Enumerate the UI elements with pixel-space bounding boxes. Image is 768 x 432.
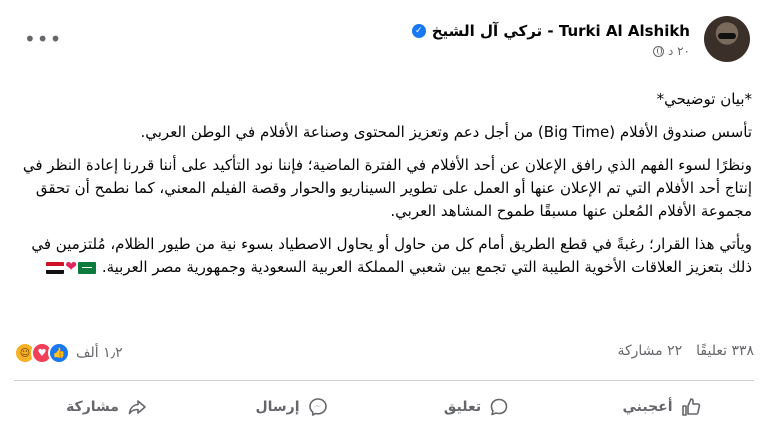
post-title: *بيان توضيحي* [656,90,752,108]
reactions-summary[interactable]: ☺ ♥ 👍 ١٫٢ ألف [14,342,123,364]
send-label: إرسال [255,399,300,415]
post-meta: ٢٠ د [412,44,690,58]
post-actions: أعجبني تعليق إرسال مشاركة [14,388,754,426]
comment-button[interactable]: تعليق [384,388,569,426]
post-stats: ☺ ♥ 👍 ١٫٢ ألف ٣٣٨ تعليقًا ٢٢ مشاركة [14,340,754,366]
author-line: Turki Al Alshikh - تركي آل الشيخ ✓ [411,22,690,40]
avatar[interactable] [704,16,750,62]
reactions-count[interactable]: ١٫٢ ألف [76,345,123,361]
like-icon: 👍 [48,342,70,364]
paragraph-3-wrapper: ويأتي هذا القرار؛ رغبةً في قطع الطريق أم… [16,233,752,279]
comment-label: تعليق [443,399,482,415]
comment-icon [489,397,509,417]
thumbs-up-icon [681,397,701,417]
paragraph-3: ويأتي هذا القرار؛ رغبةً في قطع الطريق أم… [31,235,752,276]
paragraph-1: تأسس صندوق الأفلام (Big Time) من أجل دعم… [140,123,752,141]
share-label: مشاركة [66,399,119,415]
like-button[interactable]: أعجبني [569,388,754,426]
share-arrow-icon [127,397,147,417]
shares-count[interactable]: ٢٢ مشاركة [617,343,682,359]
post-content: *بيان توضيحي* تأسس صندوق الأفلام (Big Ti… [16,88,752,289]
share-button[interactable]: مشاركة [14,388,199,426]
send-button[interactable]: إرسال [199,388,384,426]
author-block: Turki Al Alshikh - تركي آل الشيخ ✓ ٢٠ د [411,22,690,58]
comments-count[interactable]: ٣٣٨ تعليقًا [696,343,754,359]
post-time[interactable]: ٢٠ د [668,44,690,58]
messenger-icon [308,397,328,417]
engagement-counts: ٣٣٨ تعليقًا ٢٢ مشاركة [617,343,754,359]
globe-icon [652,45,664,57]
facebook-post: Turki Al Alshikh - تركي آل الشيخ ✓ ٢٠ د … [0,0,768,432]
verified-badge-icon: ✓ [411,24,426,38]
heart-icon: ❤ [65,259,78,275]
post-header: Turki Al Alshikh - تركي آل الشيخ ✓ ٢٠ د … [16,16,752,68]
paragraph-2: ونظرًا لسوء الفهم الذي رافق الإعلان عن أ… [22,156,752,220]
divider [14,380,754,381]
author-name[interactable]: Turki Al Alshikh - تركي آل الشيخ [432,22,690,40]
egypt-flag-icon [46,261,65,274]
saudi-flag-icon [78,261,97,274]
more-options-button[interactable]: ••• [24,29,62,49]
like-label: أعجبني [622,399,673,415]
